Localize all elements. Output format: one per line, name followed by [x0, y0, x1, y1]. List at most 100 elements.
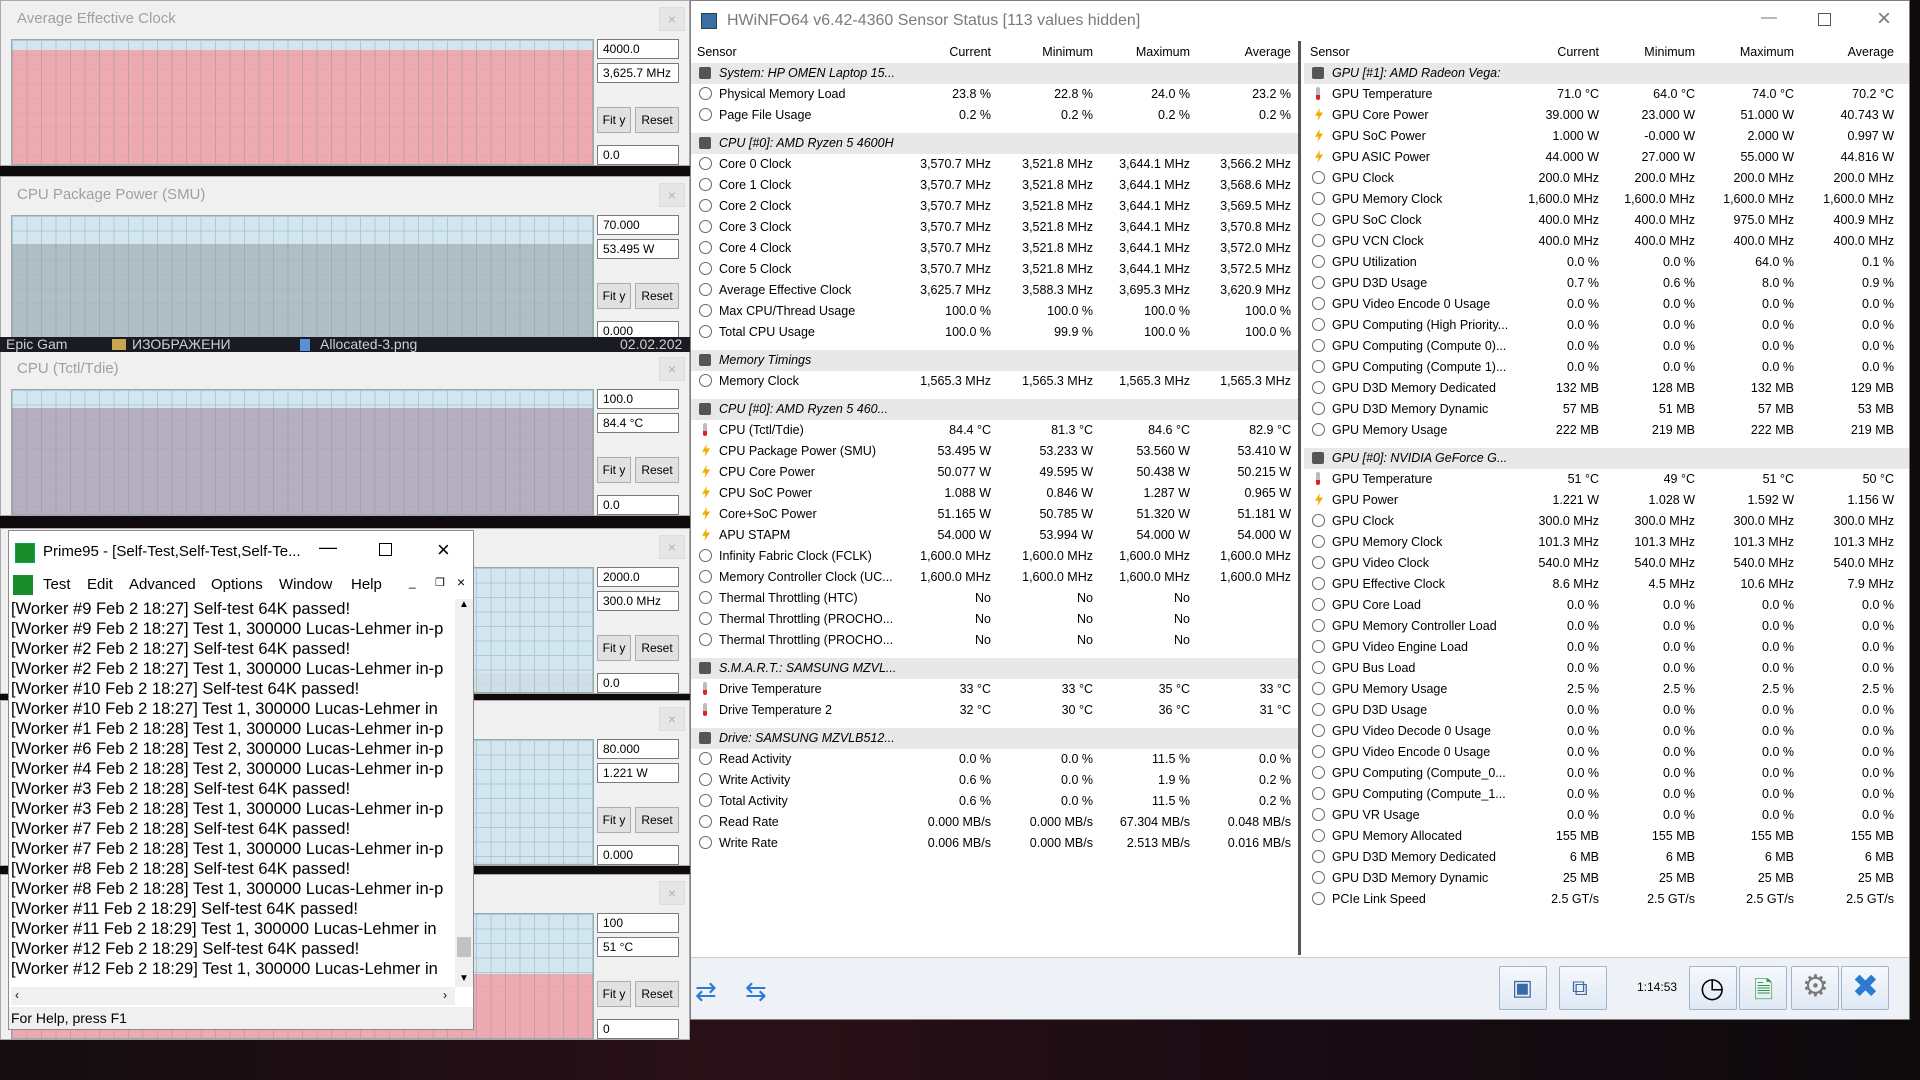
reset-button[interactable]: Reset: [635, 807, 679, 833]
sensor-row[interactable]: CPU Core Power 50.077 W 49.595 W 50.438 W 50…: [691, 462, 1298, 483]
sensor-row[interactable]: GPU Computing (Compute_1... 0.0 % 0.0 % 0.0…: [1304, 784, 1909, 805]
close-icon[interactable]: ×: [1877, 5, 1891, 33]
sensor-row[interactable]: GPU Core Power 39.000 W 23.000 W 51.000 W 40…: [1304, 105, 1909, 126]
sensor-row[interactable]: Core 5 Clock 3,570.7 MHz 3,521.8 MHz 3,644.…: [691, 259, 1298, 280]
sensor-group-row[interactable]: Memory Timings: [691, 350, 1298, 371]
sensor-row[interactable]: Memory Clock 1,565.3 MHz 1,565.3 MHz 1,565.…: [691, 371, 1298, 392]
sensor-row[interactable]: GPU Computing (Compute_0... 0.0 % 0.0 % 0.0…: [1304, 763, 1909, 784]
sensor-row[interactable]: GPU Video Encode 0 Usage 0.0 % 0.0 % 0.0 % 0…: [1304, 294, 1909, 315]
sensor-row[interactable]: Physical Memory Load 23.8 % 22.8 % 24.0 % 23…: [691, 84, 1298, 105]
sensor-row[interactable]: GPU Computing (Compute 1)... 0.0 % 0.0 % 0.…: [1304, 357, 1909, 378]
clock-button[interactable]: ◷: [1689, 966, 1737, 1010]
col-current[interactable]: Current: [949, 45, 991, 59]
graph-window-1[interactable]: Average Effective Clock × 4000.0 3,625.7 MH…: [0, 0, 690, 166]
sensor-row[interactable]: GPU D3D Memory Dedicated 132 MB 128 MB 132 …: [1304, 378, 1909, 399]
sensor-row[interactable]: Thermal Throttling (HTC) No No No: [691, 588, 1298, 609]
sensor-row[interactable]: Average Effective Clock 3,625.7 MHz 3,588.…: [691, 280, 1298, 301]
prime95-titlebar[interactable]: Prime95 - [Self-Test,Self-Test,Self-Te..…: [9, 531, 473, 573]
reset-button[interactable]: Reset: [635, 457, 679, 483]
sensor-row[interactable]: GPU Computing (High Priority... 0.0 % 0.0 …: [1304, 315, 1909, 336]
menu-window[interactable]: Window: [279, 576, 332, 593]
close-icon[interactable]: ×: [659, 357, 685, 381]
sensor-row[interactable]: GPU Core Load 0.0 % 0.0 % 0.0 % 0.0 %: [1304, 595, 1909, 616]
reset-button[interactable]: Reset: [635, 107, 679, 133]
sensor-row[interactable]: Read Activity 0.0 % 0.0 % 11.5 % 0.0 %: [691, 749, 1298, 770]
minimize-icon[interactable]: —: [319, 537, 337, 558]
sensor-row[interactable]: GPU SoC Clock 400.0 MHz 400.0 MHz 975.0 MHz…: [1304, 210, 1909, 231]
sensor-row[interactable]: APU STAPM 54.000 W 53.994 W 54.000 W 54.000 …: [691, 525, 1298, 546]
sensor-row[interactable]: GPU Utilization 0.0 % 0.0 % 64.0 % 0.1 %: [1304, 252, 1909, 273]
mdi-restore-icon[interactable]: ❐: [435, 576, 445, 589]
sensor-row[interactable]: Core 3 Clock 3,570.7 MHz 3,521.8 MHz 3,644.…: [691, 217, 1298, 238]
sensor-row[interactable]: PCIe Link Speed 2.5 GT/s 2.5 GT/s 2.5 GT/s 2…: [1304, 889, 1909, 910]
menu-edit[interactable]: Edit: [87, 576, 113, 593]
desktop-item-2[interactable]: ИЗОБРАЖЕНИ: [132, 337, 231, 352]
scroll-thumb[interactable]: [457, 937, 471, 957]
sensor-row[interactable]: Core+SoC Power 51.165 W 50.785 W 51.320 W 51…: [691, 504, 1298, 525]
sensor-group-row[interactable]: Drive: SAMSUNG MZVLB512...: [691, 728, 1298, 749]
sensor-row[interactable]: Drive Temperature 2 32 °C 30 °C 36 °C 31 °C: [691, 700, 1298, 721]
close-icon[interactable]: ×: [659, 707, 685, 731]
sensor-row[interactable]: Write Rate 0.006 MB/s 0.000 MB/s 2.513 MB/s…: [691, 833, 1298, 854]
log-button[interactable]: 🗎: [1739, 966, 1787, 1010]
mdi-minimize-icon[interactable]: _: [409, 575, 416, 589]
col-maximum[interactable]: Maximum: [1136, 45, 1190, 59]
sensor-group-row[interactable]: System: HP OMEN Laptop 15...: [691, 63, 1298, 84]
desktop-item-3[interactable]: Allocated-3.png: [320, 337, 417, 352]
close-icon[interactable]: ×: [659, 7, 685, 31]
col-current[interactable]: Current: [1557, 45, 1599, 59]
prime95-log[interactable]: [Worker #9 Feb 2 18:27] Self-test 64K pa…: [11, 599, 455, 999]
sensor-row[interactable]: Thermal Throttling (PROCHO... No No No: [691, 630, 1298, 651]
sensor-row[interactable]: GPU VR Usage 0.0 % 0.0 % 0.0 % 0.0 %: [1304, 805, 1909, 826]
fit-y-button[interactable]: Fit y: [597, 283, 631, 309]
sensor-row[interactable]: CPU SoC Power 1.088 W 0.846 W 1.287 W 0.965 …: [691, 483, 1298, 504]
sensor-panel-left[interactable]: Sensor Current Minimum Maximum Average System…: [691, 41, 1301, 955]
sensor-row[interactable]: GPU SoC Power 1.000 W -0.000 W 2.000 W 0.997…: [1304, 126, 1909, 147]
sensor-row[interactable]: GPU VCN Clock 400.0 MHz 400.0 MHz 400.0 MHz…: [1304, 231, 1909, 252]
sensor-row[interactable]: Max CPU/Thread Usage 100.0 % 100.0 % 100.0 …: [691, 301, 1298, 322]
sensor-row[interactable]: CPU (Tctl/Tdie) 84.4 °C 81.3 °C 84.6 °C 82.9…: [691, 420, 1298, 441]
network-button[interactable]: ▣: [1499, 966, 1547, 1010]
expand-arrows-icon[interactable]: ⇆: [745, 976, 767, 1007]
sensor-row[interactable]: Drive Temperature 33 °C 33 °C 35 °C 33 °C: [691, 679, 1298, 700]
sensor-row[interactable]: GPU D3D Usage 0.0 % 0.0 % 0.0 % 0.0 %: [1304, 700, 1909, 721]
maximize-icon[interactable]: [1818, 13, 1831, 26]
sensor-group-row[interactable]: CPU [#0]: AMD Ryzen 5 460...: [691, 399, 1298, 420]
graph-window-2[interactable]: CPU Package Power (SMU) × 70.000 53.495 W Fi…: [0, 176, 690, 342]
mdi-close-icon[interactable]: ×: [457, 574, 465, 590]
sensor-group-row[interactable]: CPU [#0]: AMD Ryzen 5 4600H: [691, 133, 1298, 154]
sensor-row[interactable]: GPU Video Engine Load 0.0 % 0.0 % 0.0 % 0.0 …: [1304, 637, 1909, 658]
sensor-row[interactable]: GPU D3D Memory Dynamic 25 MB 25 MB 25 MB 25 …: [1304, 868, 1909, 889]
sensor-group-row[interactable]: GPU [#0]: NVIDIA GeForce G...: [1304, 448, 1909, 469]
col-average[interactable]: Average: [1245, 45, 1291, 59]
reset-button[interactable]: Reset: [635, 635, 679, 661]
vertical-scrollbar[interactable]: ▲ ▼: [455, 599, 473, 987]
sensor-row[interactable]: GPU Power 1.221 W 1.028 W 1.592 W 1.156 W: [1304, 490, 1909, 511]
sensor-row[interactable]: GPU Memory Clock 1,600.0 MHz 1,600.0 MHz 1,…: [1304, 189, 1909, 210]
sensor-row[interactable]: Write Activity 0.6 % 0.0 % 1.9 % 0.2 %: [691, 770, 1298, 791]
menu-help[interactable]: Help: [351, 576, 382, 593]
desktop-item-1[interactable]: Epic Gam: [6, 337, 67, 352]
sensor-row[interactable]: Core 4 Clock 3,570.7 MHz 3,521.8 MHz 3,644.…: [691, 238, 1298, 259]
close-icon[interactable]: ×: [659, 183, 685, 207]
close-icon[interactable]: ×: [659, 881, 685, 905]
minimize-icon[interactable]: —: [1761, 9, 1777, 27]
sensor-row[interactable]: GPU Memory Clock 101.3 MHz 101.3 MHz 101.3 …: [1304, 532, 1909, 553]
sensor-row[interactable]: GPU Temperature 71.0 °C 64.0 °C 74.0 °C 70.2…: [1304, 84, 1909, 105]
hwinfo-titlebar[interactable]: HWiNFO64 v6.42-4360 Sensor Status [113 v…: [691, 1, 1909, 41]
sensor-row[interactable]: GPU Memory Allocated 155 MB 155 MB 155 MB 15…: [1304, 826, 1909, 847]
compare-button[interactable]: ⧉: [1559, 966, 1607, 1010]
col-sensor[interactable]: Sensor: [1310, 45, 1350, 59]
sensor-row[interactable]: Page File Usage 0.2 % 0.2 % 0.2 % 0.2 %: [691, 105, 1298, 126]
col-minimum[interactable]: Minimum: [1042, 45, 1093, 59]
sensor-row[interactable]: GPU Video Encode 0 Usage 0.0 % 0.0 % 0.0 % 0…: [1304, 742, 1909, 763]
fit-y-button[interactable]: Fit y: [597, 807, 631, 833]
close-icon[interactable]: ×: [659, 535, 685, 559]
fit-y-button[interactable]: Fit y: [597, 635, 631, 661]
close-icon[interactable]: ×: [437, 537, 450, 563]
scroll-down-icon[interactable]: ▼: [459, 973, 469, 984]
sensor-group-row[interactable]: GPU [#1]: AMD Radeon Vega:: [1304, 63, 1909, 84]
sensor-row[interactable]: Thermal Throttling (PROCHO... No No No: [691, 609, 1298, 630]
prime95-window[interactable]: Prime95 - [Self-Test,Self-Test,Self-Te..…: [8, 530, 474, 1030]
sensor-row[interactable]: Read Rate 0.000 MB/s 0.000 MB/s 67.304 MB/s…: [691, 812, 1298, 833]
